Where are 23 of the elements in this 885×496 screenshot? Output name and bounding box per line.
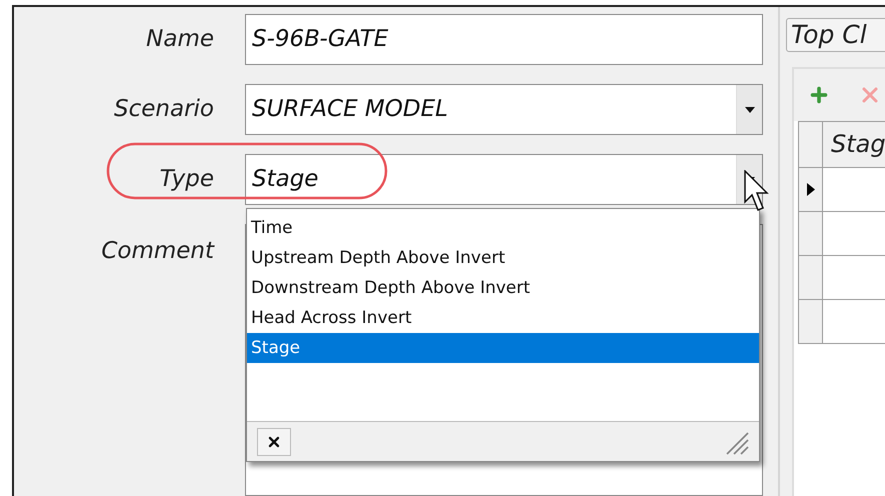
row-header[interactable] (799, 168, 823, 211)
field-label: Type (158, 165, 214, 194)
current-row-icon (806, 183, 814, 196)
text-field[interactable]: S-96B-GATE (245, 14, 763, 65)
field-value: SURFACE MODEL (251, 95, 449, 124)
tab-button[interactable]: Top Cl (786, 18, 885, 52)
field-label: Scenario (113, 95, 214, 124)
dropdown-option[interactable]: Stage (247, 333, 759, 363)
field-value: S-96B-GATE (251, 25, 390, 54)
dropdown-option[interactable]: Head Across Invert (247, 303, 759, 333)
add-icon[interactable] (808, 84, 830, 106)
field-label: Comment (100, 237, 214, 266)
dropdown-option[interactable]: Time (247, 213, 759, 243)
dropdown-option[interactable]: Upstream Depth Above Invert (247, 243, 759, 273)
dropdown-button[interactable] (736, 85, 762, 134)
dropdown-option[interactable]: Downstream Depth Above Invert (247, 273, 759, 303)
clear-button[interactable] (257, 428, 291, 456)
dropdown-field[interactable]: SURFACE MODEL (245, 84, 763, 135)
dropdown-field[interactable]: Stage (245, 154, 763, 205)
field-label: Name (145, 25, 214, 54)
dropdown-arrow-icon (744, 106, 754, 112)
field-value: Stage (251, 165, 320, 194)
column-header[interactable]: Stag (823, 122, 885, 167)
